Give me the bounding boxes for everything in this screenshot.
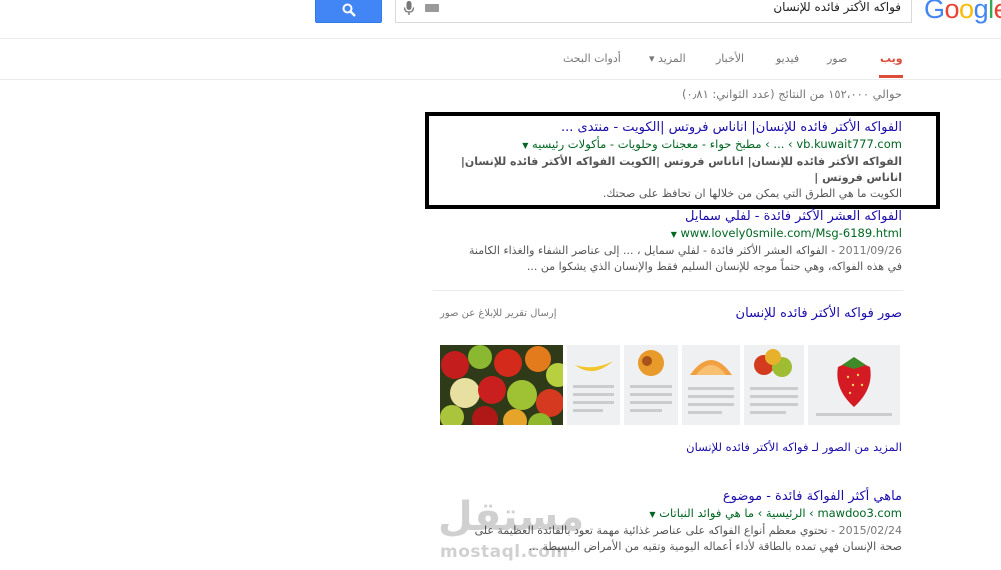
dropdown-arrow-icon[interactable]: ▼ xyxy=(649,510,655,519)
keyboard-icon[interactable] xyxy=(425,4,439,12)
result-date: 2011/09/26 xyxy=(838,244,902,257)
report-images-link[interactable]: إرسال تقرير للإبلاغ عن صور xyxy=(440,308,556,319)
images-title-link[interactable]: صور فواكه الأكتر فائده للإنسان xyxy=(736,306,902,321)
result-date: 2015/02/24 xyxy=(838,524,902,537)
search-query-text: فواكه الأكتر فائده للإنسان xyxy=(773,0,901,14)
tab-news[interactable]: الأخبار xyxy=(716,52,744,65)
result-url-text: www.lovely0smile.com/Msg-6189.html xyxy=(680,226,902,240)
tab-images[interactable]: صور xyxy=(827,52,847,65)
divider xyxy=(433,290,903,291)
dropdown-arrow-icon[interactable]: ▼ xyxy=(671,230,677,239)
result-title-link[interactable]: الفواكه الأكتر فائده للإنسان| اناناس فرو… xyxy=(432,119,902,136)
search-result: الفواكه العشر الأكثر فائدة - لفلي سمايل … xyxy=(432,208,902,275)
active-tab-indicator xyxy=(879,75,903,78)
apricot-article-image xyxy=(624,345,678,425)
result-breadcrumb: › الرئيسية › ما هي فوائد النباتات xyxy=(659,506,814,520)
result-stats: حوالي ١٥٢،٠٠٠ من النتائج (عدد الثواني: ٠… xyxy=(682,87,902,101)
image-thumbnail[interactable] xyxy=(808,345,900,425)
result-snippet-text: - الفواكه العشر الأكثر فائدة - لفلي سماي… xyxy=(469,244,836,257)
image-thumbnail[interactable] xyxy=(682,345,740,425)
result-breadcrumb: › ... › مطبخ حواء - معجنات وحلويات - مأك… xyxy=(532,137,793,151)
strawberry-article-image xyxy=(808,345,900,425)
cantaloupe-article-image xyxy=(682,345,740,425)
tab-web[interactable]: ويب xyxy=(880,52,903,65)
result-snippet-line: الكويت ما هي الطرق التي يمكن من خلالها ا… xyxy=(602,187,902,200)
top-bar: Google فواكه الأكتر فائده للإنسان xyxy=(0,0,1001,38)
search-icon xyxy=(342,3,356,17)
result-url-text: mawdoo3.com xyxy=(817,506,902,520)
search-tabs: ويب صور فيديو الأخبار المزيد ▾ أدوات الب… xyxy=(0,38,1001,80)
result-snippet-line: في هذه الفواكه، وهي حتماً موجه للإنسان ا… xyxy=(526,260,902,273)
result-url: vb.kuwait777.com › ... › مطبخ حواء - معج… xyxy=(432,136,902,154)
image-thumbnail[interactable] xyxy=(624,345,678,425)
watermark-arabic-text: مستقل xyxy=(438,494,585,540)
image-thumbnail[interactable] xyxy=(567,345,620,425)
result-title-link[interactable]: الفواكه العشر الأكثر فائدة - لفلي سمايل xyxy=(432,208,902,225)
google-logo[interactable]: Google xyxy=(924,0,1001,25)
mixed-fruit-article-image xyxy=(744,345,804,425)
more-images-link[interactable]: المزيد من الصور لـ فواكه الأكتر فائده لل… xyxy=(686,440,902,454)
image-thumbnail[interactable] xyxy=(440,345,563,425)
tab-more[interactable]: المزيد ▾ xyxy=(649,52,686,65)
search-input[interactable]: فواكه الأكتر فائده للإنسان xyxy=(395,0,912,23)
image-thumbnail[interactable] xyxy=(744,345,804,425)
watermark: مستقل mostaql.com xyxy=(438,494,584,566)
watermark-url-text: mostaql.com xyxy=(440,542,569,562)
fruit-pile-image xyxy=(440,345,563,425)
microphone-icon[interactable] xyxy=(403,1,415,16)
dropdown-arrow-icon[interactable]: ▼ xyxy=(522,141,528,150)
result-snippet-line: 2011/09/26 - الفواكه العشر الأكثر فائدة … xyxy=(432,243,902,259)
tab-search-tools[interactable]: أدوات البحث xyxy=(563,52,621,65)
search-button[interactable] xyxy=(315,0,382,23)
result-url: www.lovely0smile.com/Msg-6189.html ▼ xyxy=(432,225,902,243)
result-url-text: vb.kuwait777.com xyxy=(796,137,902,151)
result-snippet-line: الفواكه الأكتر فائده للإنسان| اناناس فرو… xyxy=(460,155,902,184)
banana-article-image xyxy=(567,345,620,425)
tab-videos[interactable]: فيديو xyxy=(776,52,799,65)
search-result: الفواكه الأكتر فائده للإنسان| اناناس فرو… xyxy=(432,119,902,202)
